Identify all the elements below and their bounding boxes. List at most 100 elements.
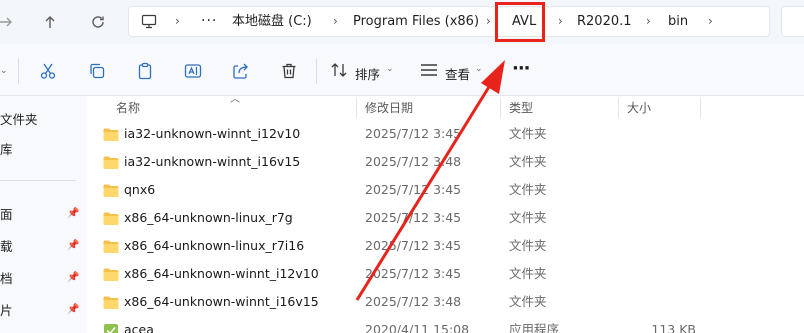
clipboard-icon (138, 62, 152, 80)
file-name: qnx6 (124, 182, 156, 197)
chevron-right-icon: › (333, 14, 338, 28)
sidebar-item-folder[interactable]: 文件夹 (0, 109, 38, 128)
column-header-date[interactable]: 修改日期 (365, 96, 413, 120)
column-header-type[interactable]: 类型 (509, 96, 533, 120)
file-type: 文件夹 (509, 294, 547, 309)
folder-icon (103, 240, 119, 253)
toolbar-divider (18, 58, 19, 84)
pin-icon: 📌 (67, 272, 80, 283)
file-explorer-window: › ··· 本地磁盘 (C:) › Program Files (x86) › … (0, 0, 804, 333)
file-date: 2025/7/12 3:45 (365, 210, 462, 225)
view-label: 查看 (445, 67, 471, 82)
list-item[interactable]: ia32-unknown-winnt_i12v10 2025/7/12 3:45 文… (86, 120, 804, 148)
chevron-right-icon: › (486, 14, 491, 28)
chevron-right-icon: › (558, 14, 563, 28)
file-name: x86_64-unknown-winnt_i16v15 (124, 294, 319, 309)
list-item[interactable]: qnx6 2025/7/12 3:45 文件夹 (86, 176, 804, 204)
file-type: 文件夹 (509, 154, 547, 169)
application-icon (104, 324, 118, 333)
paste-button[interactable] (134, 60, 156, 82)
forward-button[interactable] (0, 8, 20, 36)
more-options-button[interactable]: ··· (512, 58, 530, 79)
breadcrumb-drive[interactable]: 本地磁盘 (C:) (232, 7, 312, 36)
file-size (626, 148, 696, 176)
file-type: 文件夹 (509, 266, 547, 281)
list-item[interactable]: x86_64-unknown-linux_r7g 2025/7/12 3:45 文件… (86, 204, 804, 232)
list-item[interactable]: x86_64-unknown-winnt_i12v10 2025/7/12 3:4… (86, 260, 804, 288)
arrow-up-icon (45, 16, 55, 28)
file-size (626, 232, 696, 260)
sidebar-divider (0, 180, 76, 181)
navigation-bar: › ··· 本地磁盘 (C:) › Program Files (x86) › … (0, 0, 804, 44)
file-date: 2025/7/12 3:45 (365, 238, 462, 253)
column-divider[interactable] (356, 98, 357, 118)
sort-button[interactable]: 排序 ⌄ (330, 54, 400, 86)
rename-button[interactable] (182, 60, 204, 82)
share-icon (233, 63, 248, 79)
file-size: 113 KB (651, 322, 696, 333)
file-type: 文件夹 (509, 126, 547, 141)
pin-icon: 📌 (67, 240, 80, 251)
folder-icon (103, 128, 119, 141)
column-header-size[interactable]: 大小 (627, 96, 651, 120)
delete-button[interactable] (278, 60, 300, 82)
column-header-name[interactable]: 名称 (116, 96, 140, 120)
chevron-right-icon: › (175, 14, 180, 28)
breadcrumb-more[interactable]: ··· (201, 7, 217, 36)
copy-button[interactable] (86, 60, 108, 82)
list-item[interactable]: x86_64-unknown-winnt_i16v15 2025/7/12 3:4… (86, 288, 804, 316)
view-list-icon (421, 64, 437, 76)
rename-icon (184, 64, 202, 78)
sidebar-item-downloads[interactable]: 载 (0, 236, 13, 255)
file-list: ︿ 名称 修改日期 类型 大小 ia32-unknown-winnt_i12v1… (86, 94, 804, 333)
list-item[interactable]: x86_64-unknown-linux_r7i16 2025/7/12 3:45… (86, 232, 804, 260)
up-button[interactable] (36, 8, 64, 36)
chevron-right-icon: › (708, 14, 713, 28)
file-date: 2025/7/12 3:48 (365, 294, 462, 309)
copy-icon (90, 63, 105, 79)
folder-icon (103, 212, 119, 225)
computer-icon (141, 14, 157, 29)
sidebar-item-desktop[interactable]: 面 (0, 204, 13, 223)
folder-icon (103, 156, 119, 169)
file-date: 2025/7/12 3:48 (365, 154, 462, 169)
address-bar[interactable]: › ··· 本地磁盘 (C:) › Program Files (x86) › … (128, 6, 770, 37)
file-type: 应用程序 (509, 322, 560, 333)
cut-button[interactable] (37, 60, 59, 82)
command-toolbar: ⌄ 排序 ⌄ 查看 ⌄ ··· (0, 44, 804, 96)
scissors-icon (40, 63, 56, 79)
share-button[interactable] (230, 60, 252, 82)
list-item[interactable]: acea 2020/4/11 15:08 应用程序 113 KB (86, 316, 804, 333)
sort-ascending-icon: ︿ (230, 94, 240, 105)
sidebar-item-pictures[interactable]: 片 (0, 300, 13, 319)
file-name: acea (124, 322, 154, 333)
annotation-highlight-box (495, 2, 545, 42)
refresh-button[interactable] (84, 8, 112, 36)
view-button[interactable]: 查看 ⌄ (420, 54, 490, 86)
file-size (626, 204, 696, 232)
file-date: 2025/7/12 3:45 (365, 182, 462, 197)
search-input[interactable] (781, 6, 804, 37)
file-name: ia32-unknown-winnt_i16v15 (124, 154, 301, 169)
chevron-down-icon: ⌄ (386, 64, 394, 74)
column-divider[interactable] (700, 98, 701, 118)
breadcrumb-version[interactable]: R2020.1 (577, 7, 632, 36)
list-item[interactable]: ia32-unknown-winnt_i16v15 2025/7/12 3:48 文… (86, 148, 804, 176)
breadcrumb-program-files[interactable]: Program Files (x86) (353, 7, 479, 36)
sidebar-item-library[interactable]: 库 (0, 139, 13, 158)
trash-icon (282, 63, 296, 79)
breadcrumb-bin[interactable]: bin (668, 7, 688, 36)
pin-icon: 📌 (67, 304, 80, 315)
file-name: x86_64-unknown-linux_r7i16 (124, 238, 305, 253)
toolbar-divider (316, 58, 317, 84)
chevron-down-icon: ⌄ (0, 66, 8, 76)
arrow-right-icon (0, 17, 12, 27)
file-date: 2025/7/12 3:45 (365, 266, 462, 281)
column-divider[interactable] (500, 98, 501, 118)
folder-icon (103, 268, 119, 281)
sidebar-item-documents[interactable]: 档 (0, 268, 13, 287)
file-date: 2020/4/11 15:08 (365, 322, 470, 333)
file-size (626, 288, 696, 316)
column-divider[interactable] (618, 98, 619, 118)
pin-icon: 📌 (67, 208, 80, 219)
